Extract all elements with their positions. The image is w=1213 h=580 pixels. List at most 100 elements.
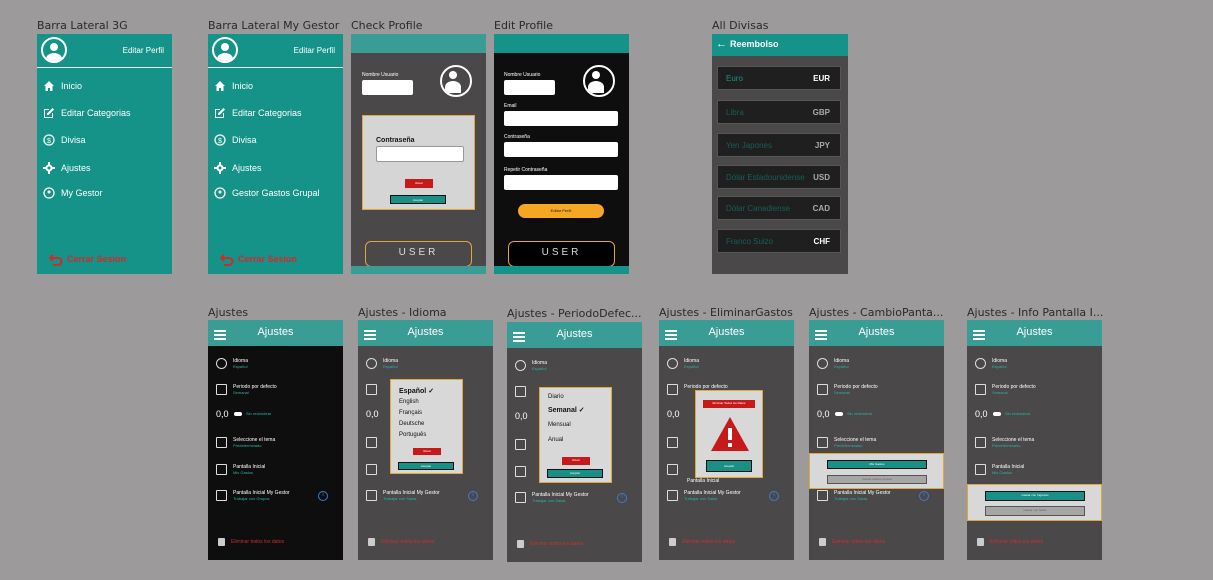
edit-profile-button[interactable]: Editar Perfil [518, 204, 604, 218]
sidebar-item-inicio[interactable]: Inicio [43, 80, 82, 92]
password-field[interactable] [376, 146, 464, 162]
accept-button[interactable]: Aceptar [706, 460, 752, 472]
delete-all-data-button[interactable]: Eliminar todos los datos [819, 538, 885, 546]
group-sync-icon [214, 187, 226, 199]
user-avatar-icon[interactable] [212, 37, 238, 63]
currency-item[interactable]: Euro EUR [717, 66, 841, 90]
option-mis-gastos[interactable]: Mis Gastos [827, 460, 927, 469]
sidebar-item-inicio[interactable]: Inicio [214, 80, 253, 92]
sidebar-item-ajustes[interactable]: Ajustes [43, 162, 91, 174]
logout-button[interactable]: Cerrar Sesion [220, 252, 297, 266]
username-label: Nombre Usuario [504, 72, 541, 78]
globe-icon [515, 360, 526, 371]
page-title: Ajustes [407, 326, 444, 338]
screen-icon [667, 464, 678, 475]
edit-icon [215, 108, 225, 118]
accept-button[interactable]: Aceptar [398, 462, 454, 470]
password-dialog: Contraseña Volver Aceptar [362, 115, 475, 210]
option-gastar-ingresos[interactable]: Gastar con Ingresos [985, 491, 1085, 501]
currency-item[interactable]: Yen Japones JPY [717, 133, 841, 157]
password-field[interactable] [504, 142, 618, 157]
frame-label: All Divisas [712, 19, 769, 32]
option-portugues[interactable]: Português [399, 432, 426, 438]
option-anual[interactable]: Anual [548, 437, 563, 443]
delete-all-data-button[interactable]: Eliminar todos los datos [218, 538, 284, 546]
back-arrow-icon[interactable]: ← [716, 38, 727, 50]
calendar-icon [817, 384, 828, 395]
option-mensual[interactable]: Mensual [548, 422, 571, 428]
user-avatar-icon[interactable] [440, 65, 472, 97]
delete-all-data-button[interactable]: Eliminar todos los datos [977, 538, 1043, 546]
trash-icon [977, 538, 984, 546]
sidebar-item-editar-categorias[interactable]: Editar Categorias [43, 107, 131, 119]
info-icon[interactable]: i [617, 493, 627, 503]
list-icon [817, 490, 828, 501]
option-francais[interactable]: Français [399, 410, 422, 416]
frame-label: Ajustes - Idioma [358, 306, 447, 319]
header-bar: Ajustes [967, 320, 1102, 346]
frame-label: Edit Profile [494, 19, 554, 32]
sidebar-3g-frame: Editar Perfil Inicio Editar Categorias $… [37, 34, 172, 274]
edit-profile-link[interactable]: Editar Perfil [123, 46, 164, 55]
screen-icon [975, 464, 986, 475]
sidebar-item-my-gestor[interactable]: My Gestor [43, 187, 103, 199]
sidebar-item-divisa[interactable]: $ Divisa [43, 134, 86, 146]
edit-profile-link[interactable]: Editar Perfil [294, 46, 335, 55]
back-button[interactable]: Volver [413, 448, 441, 455]
sidebar-item-editar-categorias[interactable]: Editar Categorias [214, 107, 302, 119]
option-gestor-grupal[interactable]: Gestor Gastos Grupal [827, 475, 927, 484]
globe-icon [817, 358, 828, 369]
delete-all-data-button[interactable]: Eliminar todos los datos [368, 538, 434, 546]
info-icon[interactable]: i [468, 491, 478, 501]
gear-icon [214, 162, 226, 174]
ajustes-cambio-frame: Ajustes Idioma Español Periodo por defect… [809, 320, 944, 560]
screen-icon [366, 464, 377, 475]
accept-button[interactable]: Aceptar [547, 469, 603, 478]
sidebar-item-divisa[interactable]: $ Divisa [214, 134, 257, 146]
info-icon[interactable]: i [919, 491, 929, 501]
back-button[interactable]: Volver [562, 457, 590, 465]
option-deutsche[interactable]: Deutsche [399, 421, 424, 427]
toggle-switch[interactable] [234, 412, 242, 416]
page-title: Ajustes [257, 326, 294, 338]
sidebar-my-gestor-frame: Editar Perfil Inicio Editar Categorias $… [208, 34, 343, 274]
option-espanol[interactable]: Español ✓ [399, 387, 434, 395]
delete-all-data-button[interactable]: Eliminar todos los datos [669, 538, 735, 546]
trash-icon [669, 538, 676, 546]
option-semanal[interactable]: Semanal ✓ [548, 406, 585, 414]
logout-button[interactable]: Cerrar Sesion [49, 252, 126, 266]
frame-label: Barra Lateral My Gestor [208, 19, 340, 32]
info-icon[interactable]: i [769, 491, 779, 501]
sidebar-item-gestor-gastos-grupal[interactable]: Gestor Gastos Grupal [214, 187, 320, 199]
user-avatar-icon[interactable] [41, 37, 67, 63]
email-field[interactable] [504, 111, 618, 126]
accept-button[interactable]: Aceptar [390, 195, 446, 204]
warning-icon [711, 417, 749, 451]
language-popup: Español ✓ English Français Deutsche Port… [390, 379, 463, 474]
sidebar-item-ajustes[interactable]: Ajustes [214, 162, 262, 174]
back-button[interactable]: Volver [405, 179, 433, 188]
currency-item[interactable]: Franco Suizo CHF [717, 229, 841, 253]
toggle-switch[interactable] [835, 412, 843, 416]
currency-item[interactable]: Dólar Estadounidense USD [717, 165, 841, 189]
info-icon[interactable]: i [318, 491, 328, 501]
delete-all-data-button[interactable]: Eliminar todos los datos [517, 540, 583, 548]
home-icon [44, 81, 54, 91]
option-english[interactable]: English [399, 399, 419, 405]
trash-icon [819, 538, 826, 546]
option-gastar-salas[interactable]: Gastar con Salas [985, 506, 1085, 516]
option-diario[interactable]: Diario [548, 394, 564, 400]
currency-item[interactable]: Libra GBP [717, 100, 841, 124]
currency-item[interactable]: Dólar Canadiense CAD [717, 196, 841, 220]
user-name-display: USER [508, 241, 615, 267]
repeat-password-field[interactable] [504, 175, 618, 190]
toggle-switch[interactable] [993, 412, 1001, 416]
theme-icon [515, 439, 526, 450]
username-field[interactable] [362, 80, 413, 95]
user-avatar-icon[interactable] [583, 65, 615, 97]
username-field[interactable] [504, 80, 555, 95]
header-bar: Ajustes [659, 320, 794, 346]
divider [37, 67, 172, 68]
frame-label: Ajustes - EliminarGastos [659, 306, 793, 319]
pantalla-label: Pantalla Inicial [687, 478, 720, 484]
